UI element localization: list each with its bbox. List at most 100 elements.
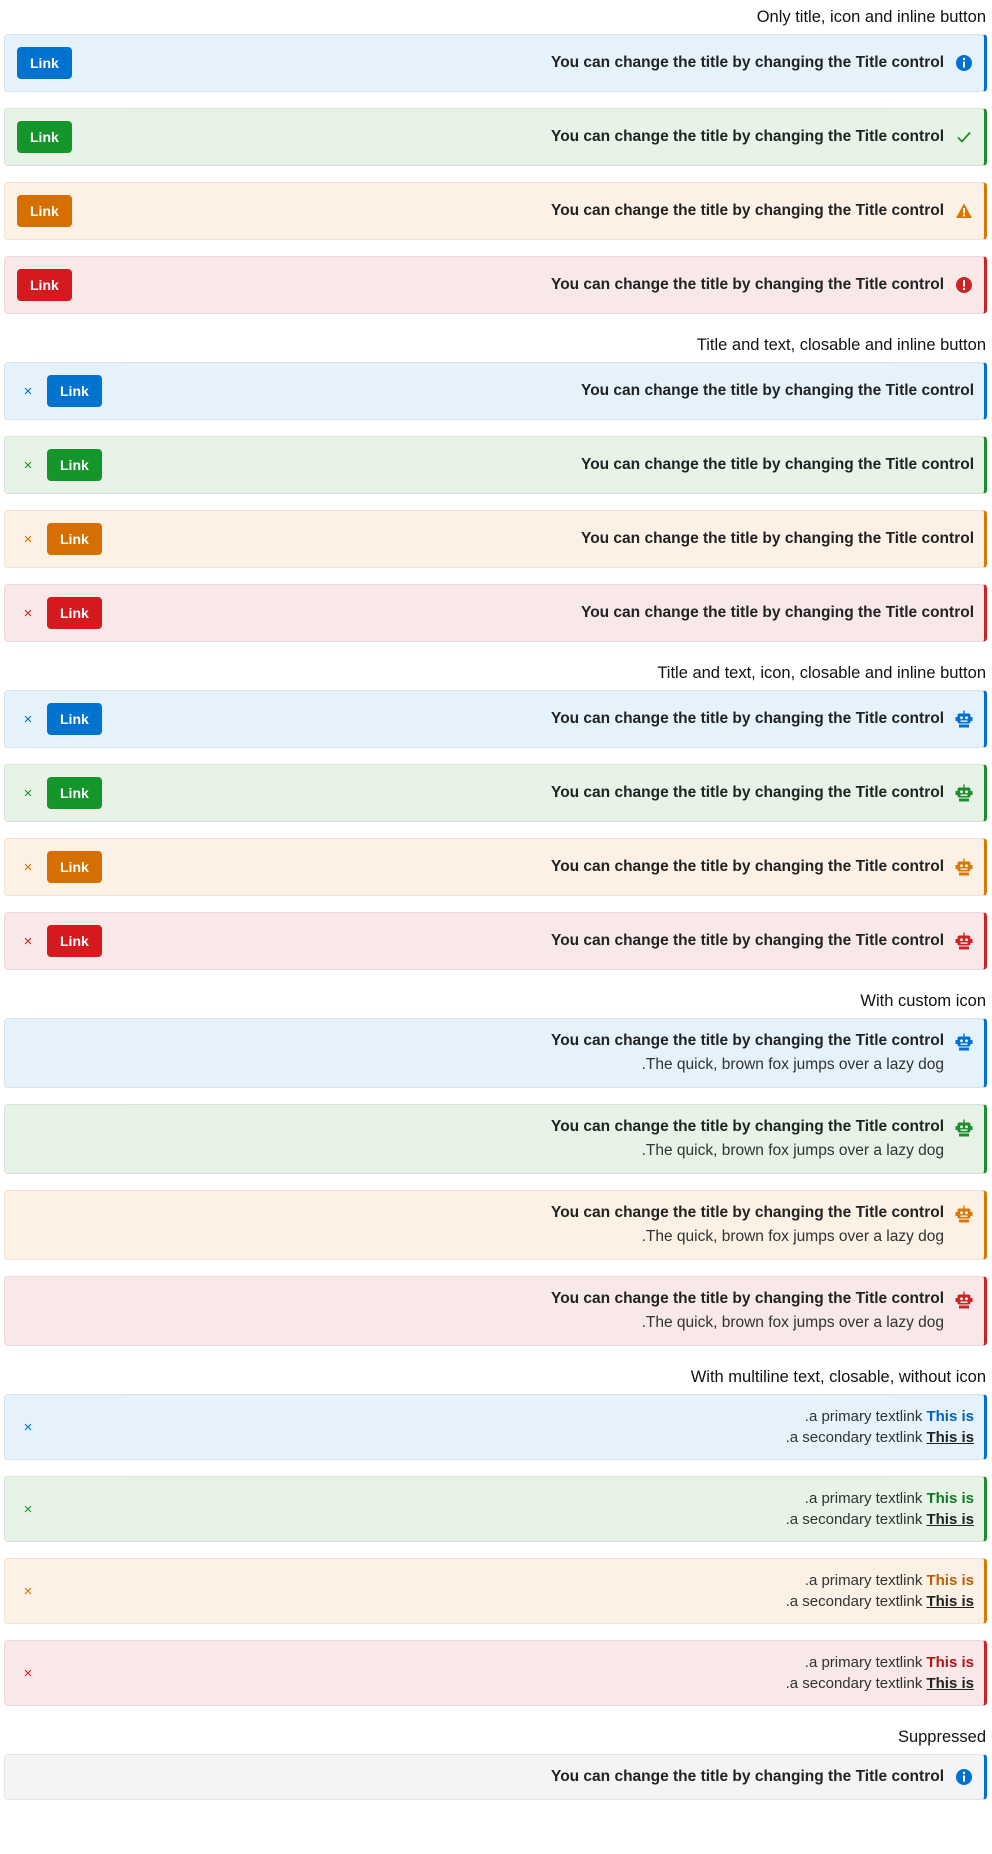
secondary-textlink[interactable]: This is bbox=[926, 1429, 974, 1446]
primary-textlink[interactable]: This is bbox=[926, 1572, 974, 1589]
secondary-textlink[interactable]: This is bbox=[926, 1593, 974, 1610]
message-bar-error: × Link You can change the title by chang… bbox=[4, 912, 987, 970]
primary-text-line: .a primary textlink This is bbox=[804, 1654, 974, 1671]
message-bar-success: Link You can change the title by changin… bbox=[4, 108, 987, 166]
primary-textlink[interactable]: This is bbox=[926, 1408, 974, 1425]
message-title: You can change the title by changing the… bbox=[551, 128, 944, 145]
primary-text-line: .a primary textlink This is bbox=[804, 1408, 974, 1425]
close-icon[interactable]: × bbox=[17, 457, 33, 474]
message-text: .The quick, brown fox jumps over a lazy … bbox=[641, 1056, 944, 1073]
message-bar-info: × .a primary textlink This is .a seconda… bbox=[4, 1394, 987, 1460]
link-button[interactable]: Link bbox=[47, 523, 102, 555]
secondary-text-line: .a secondary textlink This is bbox=[785, 1429, 974, 1446]
robot-icon bbox=[954, 1290, 974, 1310]
secondary-textlink[interactable]: This is bbox=[926, 1675, 974, 1692]
message-bar-error: Link You can change the title by changin… bbox=[4, 256, 987, 314]
robot-icon bbox=[954, 783, 974, 803]
robot-icon bbox=[954, 931, 974, 951]
secondary-text-line: .a secondary textlink This is bbox=[785, 1511, 974, 1528]
message-bar-info: Link You can change the title by changin… bbox=[4, 34, 987, 92]
section-title-only-title: Only title, icon and inline button bbox=[756, 8, 986, 26]
message-bar-error: You can change the title by changing the… bbox=[4, 1276, 987, 1346]
close-icon[interactable]: × bbox=[17, 1419, 33, 1436]
link-button[interactable]: Link bbox=[47, 375, 102, 407]
link-button[interactable]: Link bbox=[47, 777, 102, 809]
message-title: You can change the title by changing the… bbox=[551, 784, 944, 801]
page: Only title, icon and inline button Link … bbox=[0, 0, 992, 1800]
close-icon[interactable]: × bbox=[17, 1583, 33, 1600]
secondary-textlink[interactable]: This is bbox=[926, 1511, 974, 1528]
message-bar-success: × .a primary textlink This is .a seconda… bbox=[4, 1476, 987, 1542]
message-bar-warning: × Link You can change the title by chang… bbox=[4, 510, 987, 568]
robot-icon bbox=[954, 1118, 974, 1138]
secondary-text-line: .a secondary textlink This is bbox=[785, 1675, 974, 1692]
checkmark-icon bbox=[954, 127, 974, 147]
message-text: .The quick, brown fox jumps over a lazy … bbox=[641, 1314, 944, 1331]
message-title: You can change the title by changing the… bbox=[551, 1118, 944, 1135]
link-button[interactable]: Link bbox=[47, 449, 102, 481]
link-button[interactable]: Link bbox=[17, 121, 72, 153]
close-icon[interactable]: × bbox=[17, 1501, 33, 1518]
link-button[interactable]: Link bbox=[47, 925, 102, 957]
section-title-suppressed: Suppressed bbox=[897, 1728, 986, 1746]
message-title: You can change the title by changing the… bbox=[551, 932, 944, 949]
close-icon[interactable]: × bbox=[17, 531, 33, 548]
robot-icon bbox=[954, 709, 974, 729]
message-bar-info: × Link You can change the title by chang… bbox=[4, 362, 987, 420]
robot-icon bbox=[954, 857, 974, 877]
message-bar-info: You can change the title by changing the… bbox=[4, 1018, 987, 1088]
message-title: You can change the title by changing the… bbox=[551, 1204, 944, 1221]
close-icon[interactable]: × bbox=[17, 605, 33, 622]
message-title: You can change the title by changing the… bbox=[551, 1768, 944, 1785]
message-text: .The quick, brown fox jumps over a lazy … bbox=[641, 1142, 944, 1159]
info-icon bbox=[954, 1767, 974, 1787]
close-icon[interactable]: × bbox=[17, 933, 33, 950]
message-title: You can change the title by changing the… bbox=[581, 456, 974, 473]
primary-text-line: .a primary textlink This is bbox=[804, 1490, 974, 1507]
close-icon[interactable]: × bbox=[17, 859, 33, 876]
primary-text-line: .a primary textlink This is bbox=[804, 1572, 974, 1589]
error-icon bbox=[954, 275, 974, 295]
robot-icon bbox=[954, 1204, 974, 1224]
message-bar-success: × Link You can change the title by chang… bbox=[4, 764, 987, 822]
close-icon[interactable]: × bbox=[17, 711, 33, 728]
link-button[interactable]: Link bbox=[47, 597, 102, 629]
message-title: You can change the title by changing the… bbox=[551, 276, 944, 293]
close-icon[interactable]: × bbox=[17, 383, 33, 400]
message-title: You can change the title by changing the… bbox=[551, 54, 944, 71]
link-button[interactable]: Link bbox=[47, 851, 102, 883]
robot-icon bbox=[954, 1032, 974, 1052]
message-bar-suppressed: You can change the title by changing the… bbox=[4, 1754, 987, 1800]
primary-textlink[interactable]: This is bbox=[926, 1654, 974, 1671]
message-title: You can change the title by changing the… bbox=[581, 604, 974, 621]
link-button[interactable]: Link bbox=[47, 703, 102, 735]
message-bar-error: × .a primary textlink This is .a seconda… bbox=[4, 1640, 987, 1706]
message-title: You can change the title by changing the… bbox=[551, 202, 944, 219]
primary-textlink[interactable]: This is bbox=[926, 1490, 974, 1507]
message-bar-warning: You can change the title by changing the… bbox=[4, 1190, 987, 1260]
message-bar-warning: × .a primary textlink This is .a seconda… bbox=[4, 1558, 987, 1624]
section-title-icon-closable: Title and text, icon, closable and inlin… bbox=[657, 664, 986, 682]
close-icon[interactable]: × bbox=[17, 785, 33, 802]
message-bar-success: × Link You can change the title by chang… bbox=[4, 436, 987, 494]
warning-icon bbox=[954, 201, 974, 221]
message-title: You can change the title by changing the… bbox=[551, 1290, 944, 1307]
message-title: You can change the title by changing the… bbox=[551, 858, 944, 875]
message-title: You can change the title by changing the… bbox=[551, 710, 944, 727]
close-icon[interactable]: × bbox=[17, 1665, 33, 1682]
section-title-custom-icon: With custom icon bbox=[860, 992, 986, 1010]
secondary-text-line: .a secondary textlink This is bbox=[785, 1593, 974, 1610]
message-title: You can change the title by changing the… bbox=[551, 1032, 944, 1049]
message-title: You can change the title by changing the… bbox=[581, 382, 974, 399]
message-bar-error: × Link You can change the title by chang… bbox=[4, 584, 987, 642]
link-button[interactable]: Link bbox=[17, 195, 72, 227]
section-title-closable: Title and text, closable and inline butt… bbox=[696, 336, 986, 354]
link-button[interactable]: Link bbox=[17, 47, 72, 79]
link-button[interactable]: Link bbox=[17, 269, 72, 301]
message-text: .The quick, brown fox jumps over a lazy … bbox=[641, 1228, 944, 1245]
section-title-multiline: With multiline text, closable, without i… bbox=[690, 1368, 986, 1386]
message-bar-warning: × Link You can change the title by chang… bbox=[4, 838, 987, 896]
info-icon bbox=[954, 53, 974, 73]
message-bar-success: You can change the title by changing the… bbox=[4, 1104, 987, 1174]
message-title: You can change the title by changing the… bbox=[581, 530, 974, 547]
